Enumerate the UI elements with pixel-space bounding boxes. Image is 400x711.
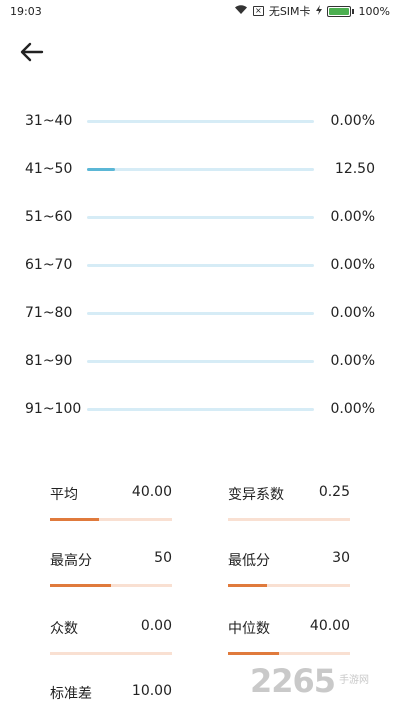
status-time: 19:03 xyxy=(10,4,42,18)
status-icons: × 无SIM卡 100% xyxy=(234,3,390,19)
stat-bar-fill xyxy=(50,518,99,521)
stat-value: 40.00 xyxy=(309,618,350,634)
range-bar-track xyxy=(87,168,314,171)
stat-item: 变异系数 0.25 xyxy=(228,484,350,534)
stat-item: 标准差 10.00 xyxy=(50,683,172,711)
range-label: 81~90 xyxy=(25,353,73,369)
stat-value: 50 xyxy=(154,550,172,566)
stat-bar-track xyxy=(228,584,350,587)
stat-bar-fill xyxy=(50,584,111,587)
score-distribution: 31~40 0.00% 41~50 12.50 51~60 0.00% 61~70 0.00%… xyxy=(0,98,400,434)
range-label: 51~60 xyxy=(25,209,73,225)
range-value: 0.00% xyxy=(330,401,375,417)
range-label: 91~100 xyxy=(25,401,82,417)
stat-bar-track xyxy=(228,518,350,521)
stat-value: 40.00 xyxy=(131,484,172,500)
status-bar: 19:03 × 无SIM卡 100% xyxy=(0,0,400,22)
stat-value: 0.25 xyxy=(318,484,350,500)
stat-label: 标准差 xyxy=(50,686,92,702)
distribution-row: 61~70 0.00% xyxy=(0,242,400,290)
range-value: 0.00% xyxy=(330,353,375,369)
watermark-logo: 2265 手游网 xyxy=(250,662,369,700)
stat-item: 众数 0.00 xyxy=(50,618,172,668)
stat-value: 0.00 xyxy=(140,618,172,634)
range-label: 41~50 xyxy=(25,161,73,177)
battery-icon xyxy=(326,5,354,17)
back-button[interactable] xyxy=(16,38,48,70)
distribution-row: 31~40 0.00% xyxy=(0,98,400,146)
range-label: 61~70 xyxy=(25,257,73,273)
stat-label: 变异系数 xyxy=(228,487,284,503)
range-value: 12.50 xyxy=(334,161,375,177)
distribution-row: 41~50 12.50 xyxy=(0,146,400,194)
distribution-row: 91~100 0.00% xyxy=(0,386,400,434)
distribution-row: 81~90 0.00% xyxy=(0,338,400,386)
watermark-digits: 2265 xyxy=(250,662,336,700)
range-bar-track xyxy=(87,120,314,123)
watermark-text: 手游网 xyxy=(339,675,370,686)
stat-label: 最低分 xyxy=(228,553,270,569)
stat-item: 中位数 40.00 xyxy=(228,618,350,668)
stat-item: 最低分 30 xyxy=(228,550,350,600)
stat-label: 最高分 xyxy=(50,553,92,569)
stat-item: 最高分 50 xyxy=(50,550,172,600)
charging-icon xyxy=(315,4,322,18)
arrow-left-icon xyxy=(20,42,44,66)
stat-item: 平均 40.00 xyxy=(50,484,172,534)
distribution-row: 51~60 0.00% xyxy=(0,194,400,242)
battery-percent: 100% xyxy=(358,4,390,18)
stat-bar-track xyxy=(50,652,172,655)
range-bar-track xyxy=(87,312,314,315)
range-value: 0.00% xyxy=(330,257,375,273)
stat-bar-track xyxy=(228,652,350,655)
range-bar-track xyxy=(87,360,314,363)
sim-icon: × xyxy=(252,6,264,16)
carrier-label: 无SIM卡 xyxy=(268,5,311,18)
range-label: 71~80 xyxy=(25,305,73,321)
wifi-icon xyxy=(234,4,248,18)
stat-bar-fill xyxy=(228,584,268,587)
stat-value: 10.00 xyxy=(131,683,172,699)
range-bar-track xyxy=(87,408,314,411)
range-value: 0.00% xyxy=(330,209,375,225)
range-value: 0.00% xyxy=(330,113,375,129)
range-bar-track xyxy=(87,216,314,219)
stat-value: 30 xyxy=(332,550,350,566)
distribution-row: 71~80 0.00% xyxy=(0,290,400,338)
stat-bar-fill xyxy=(228,652,280,655)
stat-bar-track xyxy=(50,518,172,521)
stat-bar-track xyxy=(50,584,172,587)
range-value: 0.00% xyxy=(330,305,375,321)
range-label: 31~40 xyxy=(25,113,73,129)
stat-label: 众数 xyxy=(50,621,78,637)
stat-label: 中位数 xyxy=(228,621,270,637)
stat-label: 平均 xyxy=(50,487,78,503)
range-bar-fill xyxy=(87,168,116,171)
range-bar-track xyxy=(87,264,314,267)
